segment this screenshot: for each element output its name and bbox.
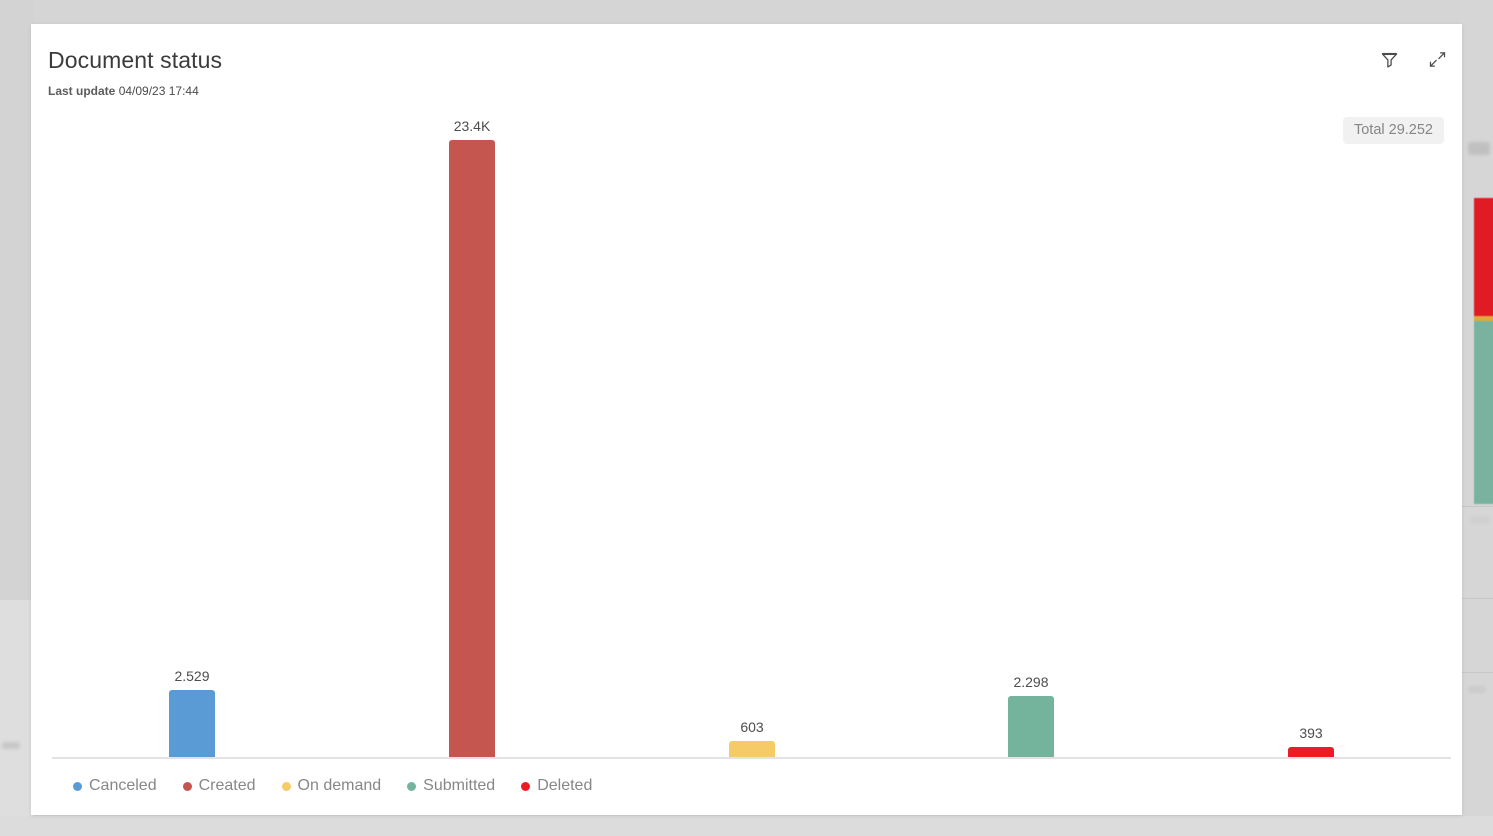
legend-label: Submitted	[423, 777, 496, 794]
backdrop-widget-chip	[1468, 142, 1490, 155]
expand-collapse-button[interactable]	[1424, 46, 1450, 72]
x-axis-line	[52, 757, 1451, 759]
legend-label: Created	[198, 777, 256, 794]
backdrop-divider	[1459, 598, 1493, 599]
bar-value-label: 393	[1299, 725, 1323, 741]
backdrop-bottom-strip	[0, 816, 1493, 836]
bar-deleted[interactable]	[1288, 747, 1334, 757]
legend-item-created[interactable]: Created	[182, 777, 256, 795]
backdrop-widget-chip	[2, 742, 20, 749]
last-update-timestamp: 04/09/23 17:44	[118, 84, 199, 98]
legend-item-deleted[interactable]: Deleted	[521, 777, 592, 795]
legend-label: Deleted	[537, 777, 593, 794]
card-header: Document status Last update 04/09/23 17:…	[31, 24, 1462, 112]
chart-legend: Canceled Created On demand Submitted Deleted	[73, 777, 592, 795]
legend-item-submitted[interactable]: Submitted	[407, 777, 495, 795]
card-actions	[1376, 46, 1450, 72]
bar-slot-on-demand: 603	[729, 719, 775, 757]
legend-item-on-demand[interactable]: On demand	[281, 777, 382, 795]
last-update-label: Last update	[48, 84, 116, 98]
backdrop-stack-segment-teal	[1474, 321, 1493, 504]
legend-dot-icon	[521, 781, 531, 791]
bar-slot-submitted: 2.298	[1008, 674, 1054, 757]
expand-icon	[1428, 50, 1447, 69]
bar-value-label: 2.529	[174, 668, 210, 684]
backdrop-top-strip	[0, 0, 1493, 24]
filter-button[interactable]	[1376, 46, 1402, 72]
legend-label: On demand	[297, 777, 382, 794]
legend-dot-icon	[281, 781, 291, 791]
bar-value-label: 2.298	[1013, 674, 1049, 690]
backdrop-divider	[1459, 506, 1493, 507]
backdrop-left-panel	[0, 0, 34, 600]
bar-submitted[interactable]	[1008, 696, 1054, 757]
backdrop-divider	[1459, 672, 1493, 673]
backdrop-stacked-bar	[1474, 198, 1493, 504]
bar-value-label: 603	[740, 719, 764, 735]
bar-slot-canceled: 2.529	[169, 668, 215, 757]
backdrop-widget-chip	[1468, 686, 1486, 693]
page-title: Document status	[48, 47, 223, 73]
backdrop-stack-segment-red	[1474, 198, 1493, 316]
document-status-card: Document status Last update 04/09/23 17:…	[31, 24, 1462, 815]
chart-plot-area: 2.529 23.4K 603 2.298 393	[31, 112, 1462, 815]
legend-label: Canceled	[89, 777, 157, 794]
last-update-line: Last update 04/09/23 17:44	[48, 84, 199, 98]
backdrop-widget-chip	[1470, 516, 1490, 524]
legend-item-canceled[interactable]: Canceled	[73, 777, 157, 795]
legend-dot-icon	[73, 781, 82, 791]
bar-slot-deleted: 393	[1288, 725, 1334, 757]
bar-canceled[interactable]	[169, 690, 215, 757]
bar-created[interactable]	[449, 140, 495, 757]
legend-dot-icon	[182, 781, 192, 791]
bar-value-label: 23.4K	[453, 118, 491, 134]
bar-on-demand[interactable]	[729, 741, 775, 757]
bar-group: 2.529 23.4K 603 2.298 393	[52, 112, 1451, 757]
filter-icon	[1380, 50, 1399, 69]
bar-slot-created: 23.4K	[449, 118, 495, 757]
legend-dot-icon	[407, 781, 417, 791]
backdrop-left-panel-lower	[0, 600, 34, 836]
